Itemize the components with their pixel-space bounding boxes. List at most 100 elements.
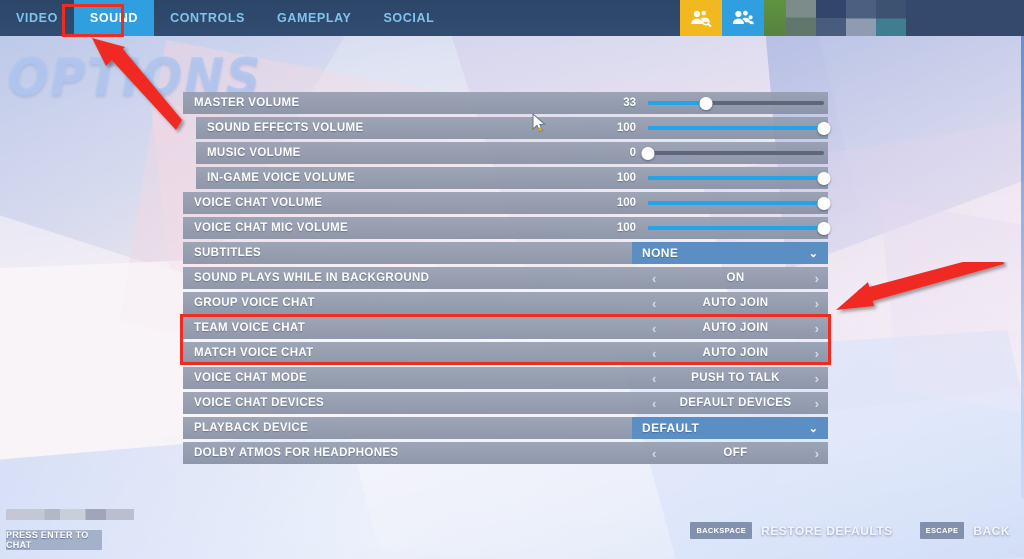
stepper-value: AUTO JOIN xyxy=(702,347,769,359)
option-row-master-volume[interactable]: MASTER VOLUME 33 xyxy=(183,92,828,114)
option-row-sound-effects-volume[interactable]: SOUND EFFECTS VOLUME 100 xyxy=(196,117,831,139)
option-row-playback-device[interactable]: PLAYBACK DEVICE DEFAULT ⌄ xyxy=(183,417,828,439)
tab-sound[interactable]: SOUND xyxy=(73,0,155,36)
slider-fill xyxy=(648,126,824,130)
option-row-dolby-atmos-for-headphones[interactable]: DOLBY ATMOS FOR HEADPHONES ‹ OFF › xyxy=(183,442,828,464)
option-row-voice-chat-volume[interactable]: VOICE CHAT VOLUME 100 xyxy=(183,192,831,214)
blurred-block-4 xyxy=(846,0,876,36)
volume-slider[interactable] xyxy=(648,92,824,114)
volume-slider[interactable] xyxy=(648,217,831,239)
option-label: VOICE CHAT VOLUME xyxy=(194,197,323,209)
stepper-control: ‹ AUTO JOIN › xyxy=(643,317,828,339)
slider-knob[interactable] xyxy=(817,221,831,235)
dropdown-playback-device[interactable]: DEFAULT ⌄ xyxy=(632,417,828,439)
option-label: MUSIC VOLUME xyxy=(207,147,301,159)
option-control: 100 xyxy=(602,192,831,214)
mouse-cursor xyxy=(532,113,546,133)
slider-track xyxy=(648,151,824,155)
option-control: ‹ AUTO JOIN › xyxy=(643,342,828,364)
option-row-voice-chat-mic-volume[interactable]: VOICE CHAT MIC VOLUME 100 xyxy=(183,217,831,239)
stepper-control: ‹ ON › xyxy=(643,267,828,289)
option-control: ‹ AUTO JOIN › xyxy=(643,317,828,339)
slider-knob[interactable] xyxy=(817,196,831,210)
slider-value: 100 xyxy=(616,222,636,234)
option-row-group-voice-chat[interactable]: GROUP VOICE CHAT ‹ AUTO JOIN › xyxy=(183,292,828,314)
tab-gameplay-label: GAMEPLAY xyxy=(277,11,352,25)
slider-value: 100 xyxy=(616,197,636,209)
tab-controls-label: CONTROLS xyxy=(170,11,245,25)
blurred-block-6 xyxy=(906,0,1024,36)
stepper-value: AUTO JOIN xyxy=(702,297,769,309)
press-enter-to-chat-prompt[interactable]: PRESS ENTER TO CHAT xyxy=(6,530,102,550)
slider-knob[interactable] xyxy=(641,146,655,160)
blurred-block-2 xyxy=(786,0,816,36)
social-group-icon[interactable] xyxy=(722,0,764,36)
option-row-music-volume[interactable]: MUSIC VOLUME 0 xyxy=(196,142,828,164)
stepper-control: ‹ DEFAULT DEVICES › xyxy=(643,392,828,414)
option-row-in-game-voice-volume[interactable]: IN-GAME VOICE VOLUME 100 xyxy=(196,167,831,189)
slider-fill xyxy=(648,201,824,205)
option-row-team-voice-chat[interactable]: TEAM VOICE CHAT ‹ AUTO JOIN › xyxy=(183,317,828,339)
chevron-left-icon[interactable]: ‹ xyxy=(652,447,656,460)
option-label: MASTER VOLUME xyxy=(194,97,300,109)
option-row-sound-plays-while-in-background[interactable]: SOUND PLAYS WHILE IN BACKGROUND ‹ ON › xyxy=(183,267,828,289)
tab-video[interactable]: VIDEO xyxy=(0,0,74,36)
top-navigation-bar: VIDEO SOUND CONTROLS GAMEPLAY SOCIAL xyxy=(0,0,1024,36)
chevron-right-icon[interactable]: › xyxy=(815,297,819,310)
options-list: MASTER VOLUME 33 SOUND EFFECTS VOLUME 100 MU… xyxy=(183,92,831,467)
restore-defaults-button[interactable]: RESTORE DEFAULTS xyxy=(761,524,893,538)
backspace-keycap: BACKSPACE xyxy=(690,522,753,539)
slider-knob[interactable] xyxy=(699,96,713,110)
option-row-subtitles[interactable]: SUBTITLES NONE ⌄ xyxy=(183,242,828,264)
option-label: VOICE CHAT MIC VOLUME xyxy=(194,222,349,234)
back-button[interactable]: BACK xyxy=(973,524,1010,538)
option-row-voice-chat-devices[interactable]: VOICE CHAT DEVICES ‹ DEFAULT DEVICES › xyxy=(183,392,828,414)
blurred-block-5 xyxy=(876,0,906,36)
volume-slider[interactable] xyxy=(648,117,831,139)
slider-knob[interactable] xyxy=(817,171,831,185)
tab-controls[interactable]: CONTROLS xyxy=(154,0,261,36)
chevron-left-icon[interactable]: ‹ xyxy=(652,347,656,360)
option-control: 33 xyxy=(602,92,828,114)
option-control: 100 xyxy=(602,217,831,239)
chevron-left-icon[interactable]: ‹ xyxy=(652,297,656,310)
option-label: TEAM VOICE CHAT xyxy=(194,322,306,334)
option-control: NONE ⌄ xyxy=(632,242,828,264)
chevron-down-icon[interactable]: ⌄ xyxy=(809,247,818,260)
volume-slider[interactable] xyxy=(648,192,831,214)
chevron-right-icon[interactable]: › xyxy=(815,322,819,335)
volume-slider[interactable] xyxy=(641,142,824,164)
dropdown-value: NONE xyxy=(642,246,679,260)
option-row-voice-chat-mode[interactable]: VOICE CHAT MODE ‹ PUSH TO TALK › xyxy=(183,367,828,389)
chevron-left-icon[interactable]: ‹ xyxy=(652,322,656,335)
chevron-left-icon[interactable]: ‹ xyxy=(652,397,656,410)
chevron-left-icon[interactable]: ‹ xyxy=(652,272,656,285)
slider-value: 100 xyxy=(616,122,636,134)
tab-gameplay[interactable]: GAMEPLAY xyxy=(261,0,368,36)
dropdown-subtitles[interactable]: NONE ⌄ xyxy=(632,242,828,264)
option-control: ‹ ON › xyxy=(643,267,828,289)
chevron-right-icon[interactable]: › xyxy=(815,372,819,385)
chevron-right-icon[interactable]: › xyxy=(815,272,819,285)
dropdown-value: DEFAULT xyxy=(642,421,700,435)
option-control: 100 xyxy=(602,117,831,139)
chevron-right-icon[interactable]: › xyxy=(815,397,819,410)
tab-social[interactable]: SOCIAL xyxy=(368,0,451,36)
option-control: ‹ DEFAULT DEVICES › xyxy=(643,392,828,414)
chevron-right-icon[interactable]: › xyxy=(815,447,819,460)
slider-value: 100 xyxy=(616,172,636,184)
chevron-right-icon[interactable]: › xyxy=(815,347,819,360)
stepper-value: PUSH TO TALK xyxy=(691,372,780,384)
option-label: SOUND EFFECTS VOLUME xyxy=(207,122,364,134)
option-row-match-voice-chat[interactable]: MATCH VOICE CHAT ‹ AUTO JOIN › xyxy=(183,342,828,364)
chevron-down-icon[interactable]: ⌄ xyxy=(809,422,818,435)
find-group-icon[interactable] xyxy=(680,0,722,36)
volume-slider[interactable] xyxy=(648,167,831,189)
stepper-value: AUTO JOIN xyxy=(702,322,769,334)
footer-actions: BACKSPACE RESTORE DEFAULTS ESCAPE BACK xyxy=(690,522,1010,539)
chevron-left-icon[interactable]: ‹ xyxy=(652,372,656,385)
stepper-control: ‹ AUTO JOIN › xyxy=(643,292,828,314)
option-label: PLAYBACK DEVICE xyxy=(194,422,309,434)
slider-knob[interactable] xyxy=(817,121,831,135)
